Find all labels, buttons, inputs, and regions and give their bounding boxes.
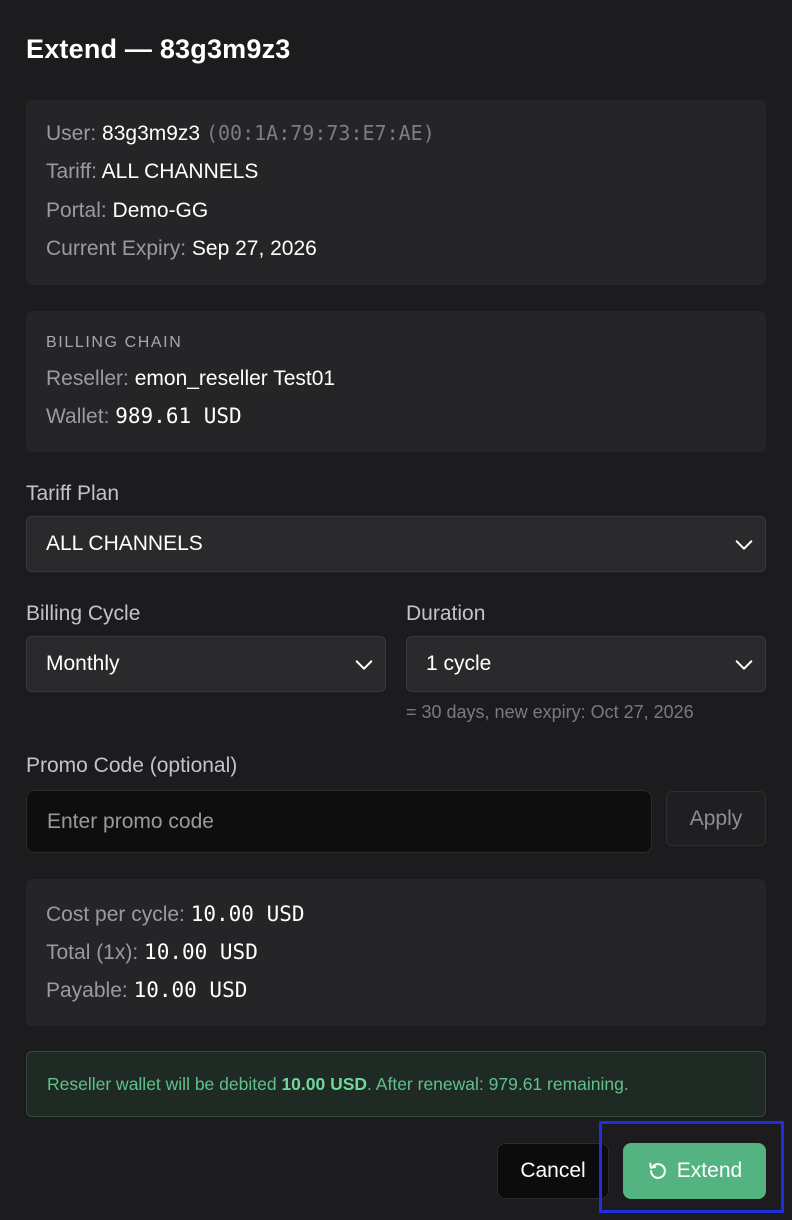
wallet-label: Wallet:: [46, 405, 110, 428]
wallet-value: 989.61 USD: [115, 404, 242, 428]
extend-button-label: Extend: [676, 1159, 743, 1182]
billing-cycle-select[interactable]: Monthly: [26, 636, 386, 692]
billing-chain-card: BILLING CHAIN Reseller: emon_reseller Te…: [26, 311, 766, 452]
user-info-card: User: 83g3m9z3 (00:1A:79:73:E7:AE) Tarif…: [26, 100, 766, 285]
expiry-value: Sep 27, 2026: [191, 237, 317, 260]
billing-cycle-selected: Monthly: [46, 652, 120, 675]
cost-summary-card: Cost per cycle: 10.00 USD Total (1x): 10…: [26, 879, 766, 1026]
payable-value: 10.00 USD: [133, 978, 248, 1002]
portal-label: Portal:: [46, 199, 107, 222]
cost-per-cycle-value: 10.00 USD: [190, 902, 305, 926]
total-label: Total (1x):: [46, 941, 139, 964]
user-value: 83g3m9z3: [102, 122, 201, 145]
expiry-row: Current Expiry: Sep 27, 2026: [46, 237, 317, 261]
expiry-label: Current Expiry:: [46, 237, 187, 260]
portal-row: Portal: Demo-GG: [46, 199, 208, 223]
apply-button[interactable]: Apply: [666, 791, 766, 846]
total-value: 10.00 USD: [144, 940, 258, 964]
promo-code-input[interactable]: [26, 790, 652, 853]
total-row: Total (1x): 10.00 USD: [46, 940, 258, 965]
notice-prefix: Reseller wallet will be debited: [47, 1073, 277, 1094]
tariff-label: Tariff:: [46, 160, 97, 183]
tariff-value: ALL CHANNELS: [101, 160, 259, 183]
portal-value: Demo-GG: [112, 199, 209, 222]
user-row: User: 83g3m9z3 (00:1A:79:73:E7:AE): [46, 121, 435, 146]
extend-button[interactable]: Extend: [623, 1143, 766, 1199]
reseller-row: Reseller: emon_reseller Test01: [46, 367, 335, 391]
notice-suffix: . After renewal: 979.61 remaining.: [367, 1073, 629, 1094]
wallet-debit-notice: Reseller wallet will be debited 10.00 US…: [26, 1051, 766, 1117]
dialog-title: Extend — 83g3m9z3: [26, 34, 291, 64]
chevron-down-icon: [355, 660, 373, 670]
tariff-plan-selected: ALL CHANNELS: [46, 532, 203, 555]
duration-selected: 1 cycle: [426, 652, 492, 675]
tariff-plan-select[interactable]: ALL CHANNELS: [26, 516, 766, 572]
tariff-plan-label: Tariff Plan: [26, 482, 119, 505]
refresh-icon: [649, 1162, 666, 1179]
promo-code-label: Promo Code (optional): [26, 754, 238, 777]
reseller-label: Reseller:: [46, 367, 129, 390]
notice-amount: 10.00 USD: [281, 1073, 368, 1094]
reseller-value: emon_reseller Test01: [134, 367, 336, 390]
duration-hint: = 30 days, new expiry: Oct 27, 2026: [406, 702, 694, 722]
wallet-row: Wallet: 989.61 USD: [46, 404, 242, 429]
user-label: User:: [46, 122, 97, 145]
billing-chain-heading: BILLING CHAIN: [46, 334, 183, 351]
payable-label: Payable:: [46, 979, 128, 1002]
cost-per-cycle-label: Cost per cycle:: [46, 903, 185, 926]
cost-per-cycle-row: Cost per cycle: 10.00 USD: [46, 902, 305, 927]
duration-select[interactable]: 1 cycle: [406, 636, 766, 692]
chevron-down-icon: [735, 660, 753, 670]
mac-address: (00:1A:79:73:E7:AE): [205, 121, 435, 145]
cancel-button[interactable]: Cancel: [497, 1143, 609, 1199]
tariff-row: Tariff: ALL CHANNELS: [46, 160, 258, 184]
duration-label: Duration: [406, 602, 486, 625]
billing-cycle-label: Billing Cycle: [26, 602, 141, 625]
payable-row: Payable: 10.00 USD: [46, 978, 247, 1003]
chevron-down-icon: [735, 540, 753, 550]
